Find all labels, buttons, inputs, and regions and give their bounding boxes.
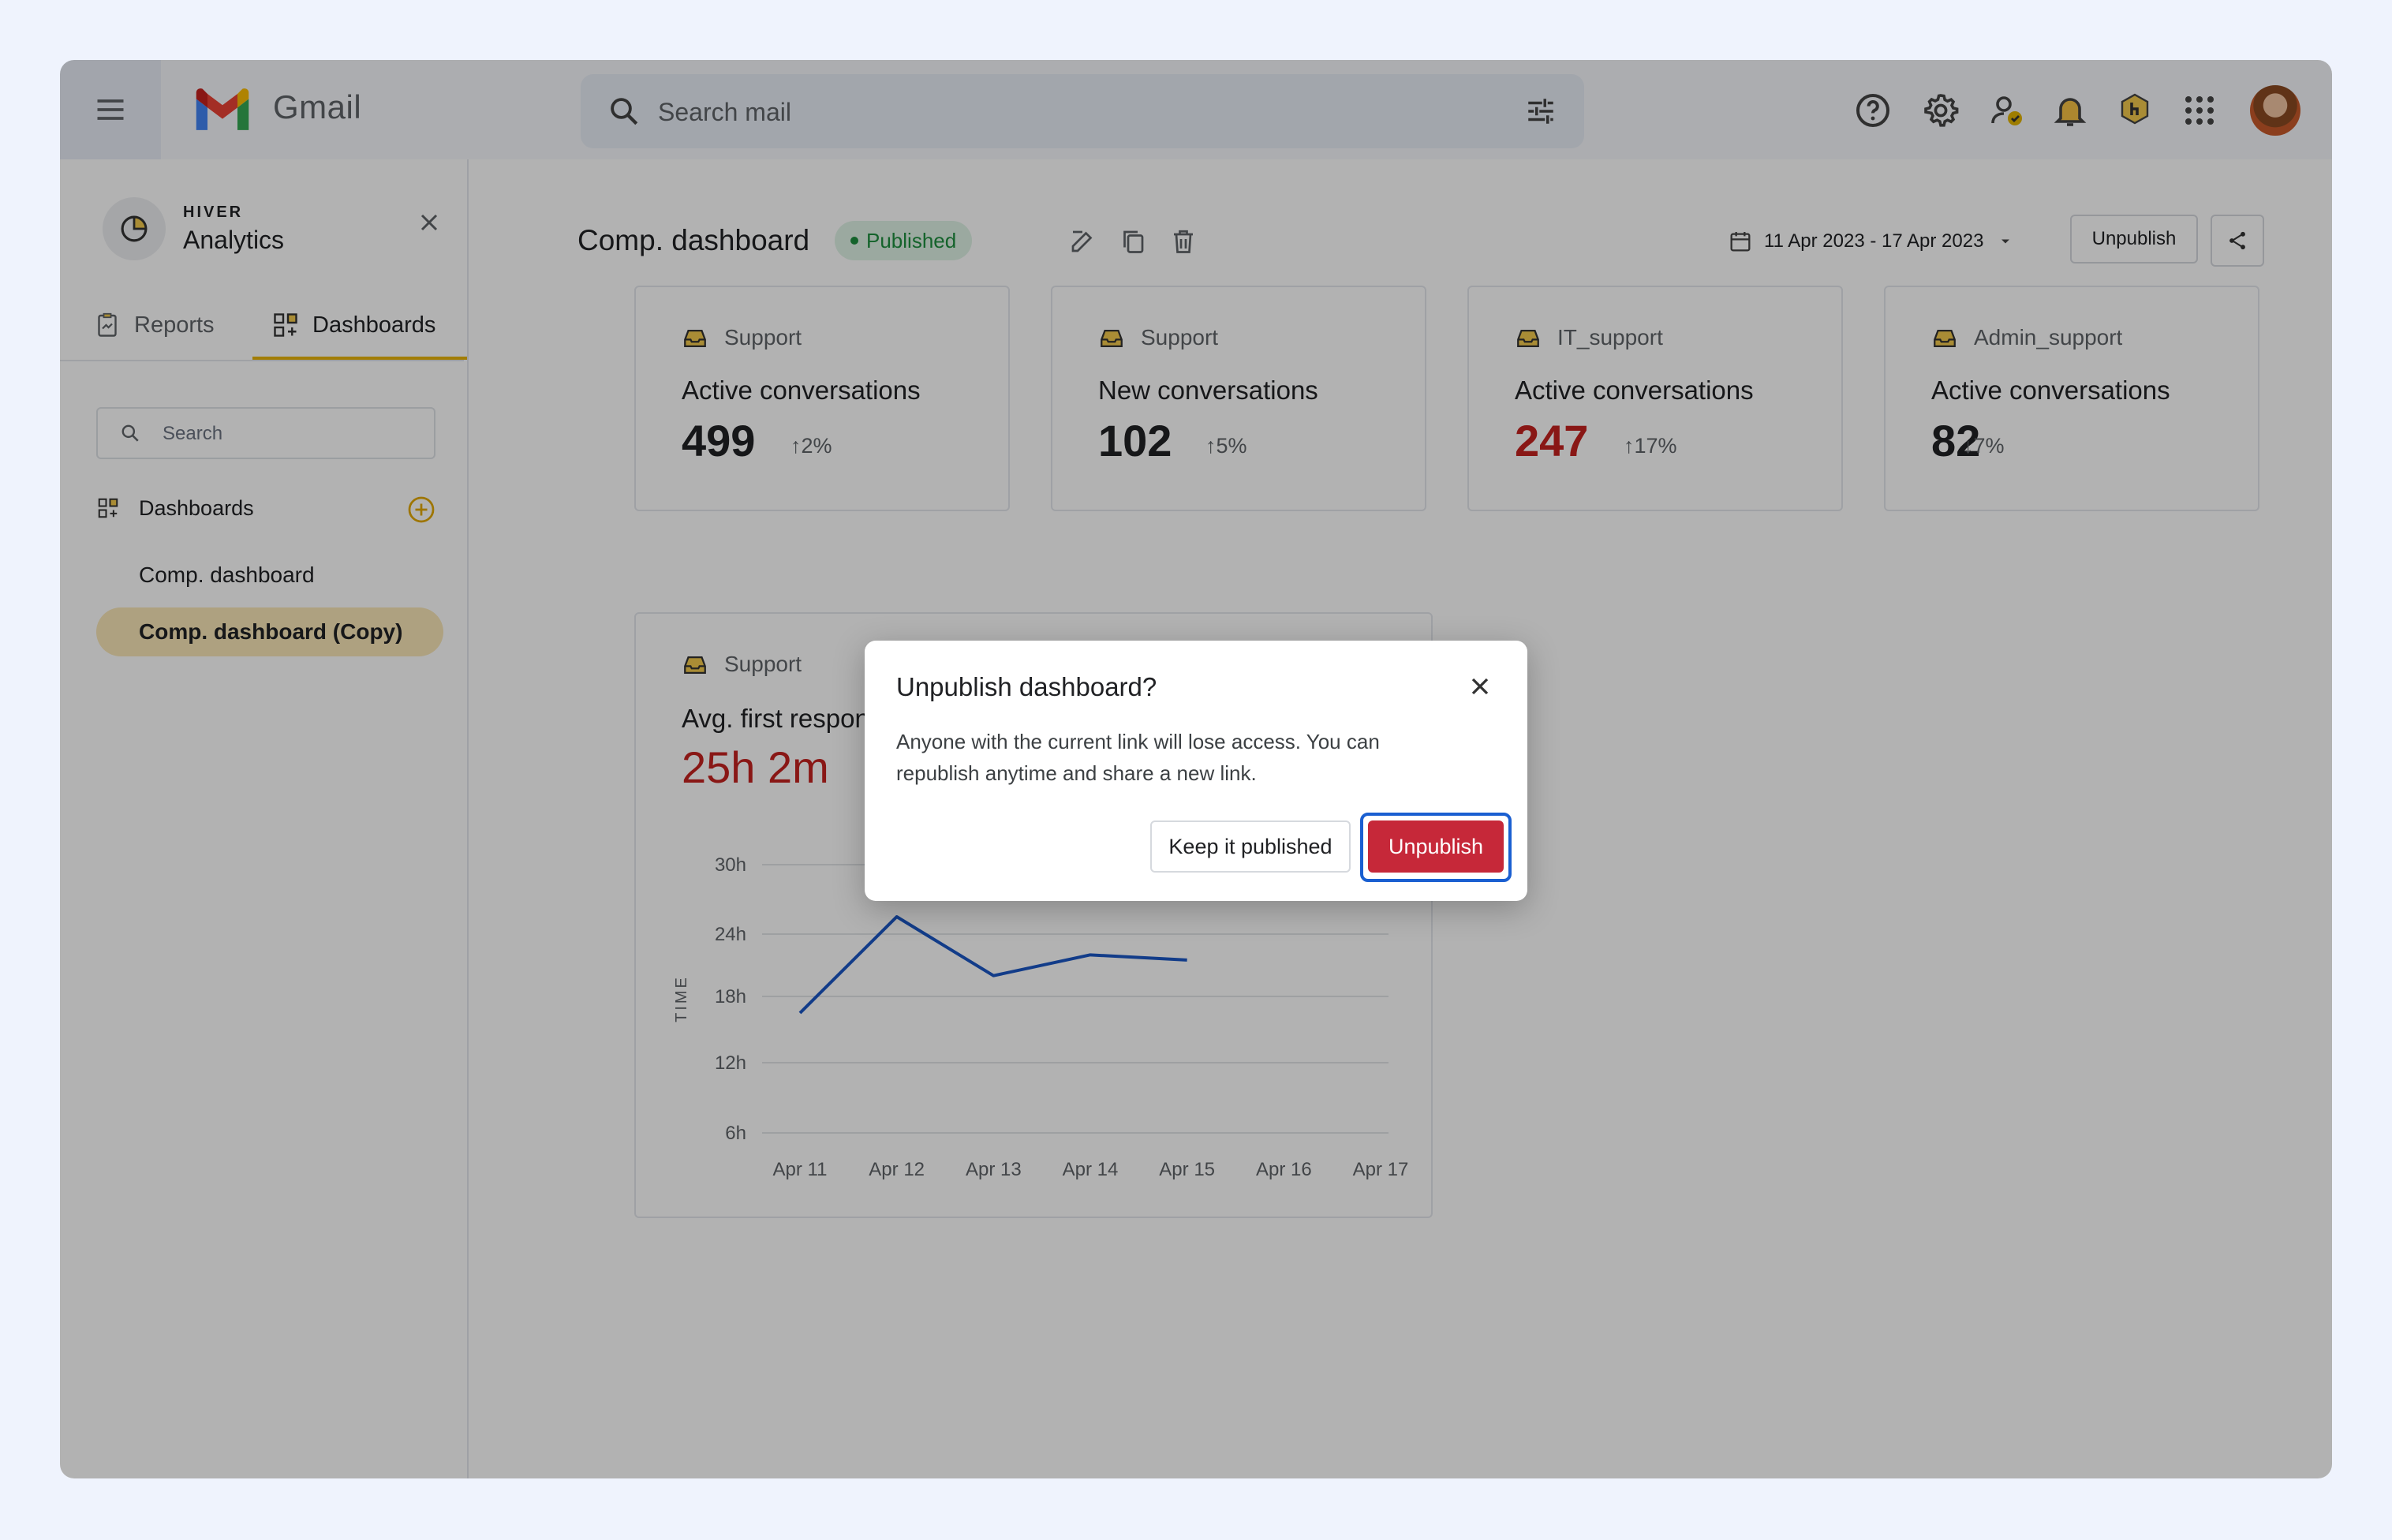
- app-window: Gmail HIVER Analytics Reports: [60, 60, 2332, 1478]
- keep-published-button[interactable]: Keep it published: [1150, 820, 1351, 873]
- dialog-body: Anyone with the current link will lose a…: [896, 730, 1380, 785]
- confirm-unpublish-button[interactable]: Unpublish: [1368, 820, 1504, 873]
- unpublish-dialog: Unpublish dashboard? Anyone with the cur…: [865, 641, 1527, 901]
- dialog-title: Unpublish dashboard?: [896, 672, 1157, 701]
- close-icon[interactable]: [1466, 672, 1494, 701]
